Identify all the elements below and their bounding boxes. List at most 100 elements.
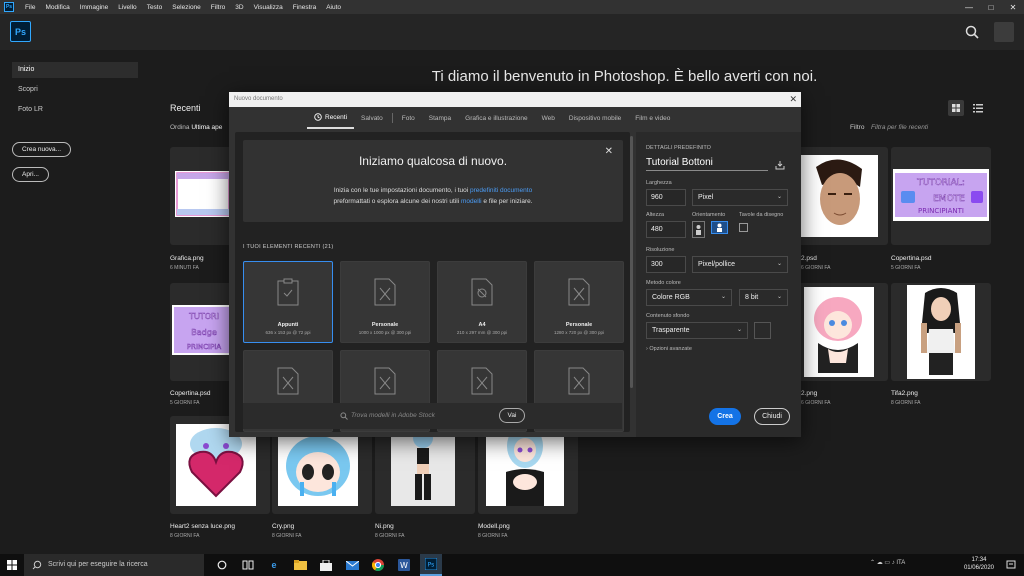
preset-card[interactable]: A4 210 x 297 mm @ 300 ppi: [437, 261, 527, 343]
preset-card[interactable]: Appunti 636 x 153 px @ 72 ppi: [243, 261, 333, 343]
welcome-banner: Iniziamo qualcosa di nuovo. Inizia con l…: [243, 140, 623, 222]
resolution-unit-select[interactable]: Pixel/pollice ⌄: [692, 256, 788, 273]
taskbar-search-input[interactable]: Scrivi qui per eseguire la ricerca: [24, 554, 204, 576]
width-unit-select[interactable]: Pixel ⌄: [692, 189, 788, 206]
menu-finestra[interactable]: Finestra: [288, 4, 321, 11]
photoshop-logo: Ps: [10, 21, 31, 42]
maximize-button[interactable]: □: [980, 3, 1002, 12]
create-button[interactable]: Crea: [709, 408, 741, 425]
menu-immagine[interactable]: Immagine: [75, 4, 114, 11]
file-card[interactable]: TUTORIAL: EMOTE PRINCIPIANTI: [891, 147, 991, 245]
menu-modifica[interactable]: Modifica: [40, 4, 74, 11]
close-window-button[interactable]: ✕: [1002, 3, 1024, 12]
word-icon[interactable]: W: [396, 557, 412, 573]
banner-text-part: e file per iniziare.: [481, 198, 533, 205]
tab-salvato[interactable]: Salvato: [354, 107, 390, 129]
tab-grafica[interactable]: Grafica e illustrazione: [458, 107, 535, 129]
height-input[interactable]: 480: [646, 221, 686, 238]
stock-search-input[interactable]: Trova modelli in Adobe Stock: [351, 412, 435, 419]
save-preset-icon[interactable]: [775, 160, 785, 170]
tab-film-video[interactable]: Film e video: [628, 107, 677, 129]
banner-text-part: preformattati o esplora alcune dei nostr…: [333, 198, 461, 205]
minimize-button[interactable]: —: [958, 3, 980, 12]
chevron-down-icon: ⌄: [720, 294, 726, 300]
preset-name: A4: [478, 322, 486, 328]
windows-start-icon[interactable]: [0, 554, 24, 576]
store-icon[interactable]: [318, 557, 334, 573]
advanced-options-toggle[interactable]: › Opzioni avanzate: [646, 346, 692, 352]
file-explorer-icon[interactable]: [292, 557, 308, 573]
avatar[interactable]: [994, 22, 1014, 42]
document-icon: [568, 278, 590, 306]
notifications-icon[interactable]: [1003, 557, 1019, 573]
edge-icon[interactable]: e: [266, 557, 282, 573]
close-button[interactable]: Chiudi: [754, 408, 790, 425]
menu-3d[interactable]: 3D: [230, 4, 248, 11]
tab-web[interactable]: Web: [535, 107, 562, 129]
open-button[interactable]: Apri...: [12, 167, 49, 182]
bit-depth-select[interactable]: 8 bit ⌄: [739, 289, 788, 306]
menu-testo[interactable]: Testo: [142, 4, 168, 11]
artboards-checkbox[interactable]: [739, 223, 748, 232]
file-card[interactable]: [788, 147, 888, 245]
close-icon[interactable]: ✕: [605, 146, 613, 157]
preset-name-input[interactable]: Tutorial Bottoni: [646, 157, 768, 171]
presets-scrollbar[interactable]: [630, 136, 633, 388]
file-card[interactable]: [891, 283, 991, 381]
tab-stampa[interactable]: Stampa: [422, 107, 458, 129]
home-top-bar: [0, 14, 1024, 50]
menu-selezione[interactable]: Selezione: [167, 4, 206, 11]
search-icon[interactable]: [964, 24, 980, 40]
file-time: 6 GIORNI FA: [801, 265, 831, 271]
preset-card[interactable]: Personale 1280 x 720 px @ 300 ppi: [534, 261, 624, 343]
file-name: Copertina.psd: [170, 390, 211, 397]
menu-aiuto[interactable]: Aiuto: [321, 4, 346, 11]
portrait-icon[interactable]: [692, 221, 705, 238]
sidebar-item-foto-lr[interactable]: Foto LR: [12, 102, 138, 118]
tab-foto[interactable]: Foto: [395, 107, 422, 129]
list-view-icon[interactable]: [970, 100, 986, 116]
chrome-icon[interactable]: [370, 557, 386, 573]
system-tray[interactable]: ⌃ ☁ ▭ ♪ ITA: [870, 559, 905, 566]
svg-text:PRINCIPIA: PRINCIPIA: [187, 343, 222, 351]
menu-file[interactable]: File: [20, 4, 40, 11]
create-new-button[interactable]: Crea nuova...: [12, 142, 71, 157]
sidebar-item-scopri[interactable]: Scopri: [12, 82, 138, 98]
mail-icon[interactable]: [344, 557, 360, 573]
templates-link[interactable]: modelli: [461, 198, 482, 205]
sort-control[interactable]: Ordina Ultima ape: [170, 124, 222, 131]
menu-livello[interactable]: Livello: [113, 4, 141, 11]
filter-input[interactable]: Filtra per file recenti: [871, 124, 928, 131]
details-header: DETTAGLI PREDEFINITO: [646, 145, 711, 151]
preset-card[interactable]: Personale 1000 x 1000 px @ 300 ppi: [340, 261, 430, 343]
clock[interactable]: 17:34 01/06/2020: [964, 556, 994, 572]
background-color-swatch[interactable]: [754, 322, 771, 339]
search-icon: [32, 560, 42, 570]
banner-text-part: Inizia con le tue impostazioni documento…: [333, 187, 471, 194]
clock-icon: [314, 113, 322, 121]
photoshop-taskbar-icon[interactable]: Ps: [420, 554, 442, 576]
language-indicator[interactable]: ITA: [896, 560, 905, 566]
sidebar-item-inizio[interactable]: Inizio: [12, 62, 138, 78]
menu-filtro[interactable]: Filtro: [206, 4, 230, 11]
grid-view-icon[interactable]: [948, 100, 964, 116]
tab-dispositivo-mobile[interactable]: Dispositivo mobile: [562, 107, 628, 129]
background-select[interactable]: Trasparente ⌄: [646, 322, 748, 339]
document-presets-link[interactable]: predefiniti documento: [470, 187, 532, 194]
menu-visualizza[interactable]: Visualizza: [249, 4, 288, 11]
landscape-icon[interactable]: [711, 221, 728, 234]
tab-recenti[interactable]: Recenti: [307, 107, 355, 129]
width-input[interactable]: 960: [646, 189, 686, 206]
preset-dimensions: 1280 x 720 px @ 300 ppi: [553, 330, 605, 335]
filter-label: Filtro: [850, 124, 865, 131]
cortana-icon[interactable]: [214, 557, 230, 573]
face-thumbnail: [798, 155, 878, 237]
presets-panel: Iniziamo qualcosa di nuovo. Inizia con l…: [235, 132, 630, 432]
close-icon[interactable]: ✕: [789, 94, 797, 105]
file-time: 6 MINUTI FA: [170, 265, 199, 271]
task-view-icon[interactable]: [240, 557, 256, 573]
color-mode-select[interactable]: Colore RGB ⌄: [646, 289, 732, 306]
resolution-input[interactable]: 300: [646, 256, 686, 273]
stock-go-button[interactable]: Vai: [499, 408, 525, 423]
file-card[interactable]: [788, 283, 888, 381]
